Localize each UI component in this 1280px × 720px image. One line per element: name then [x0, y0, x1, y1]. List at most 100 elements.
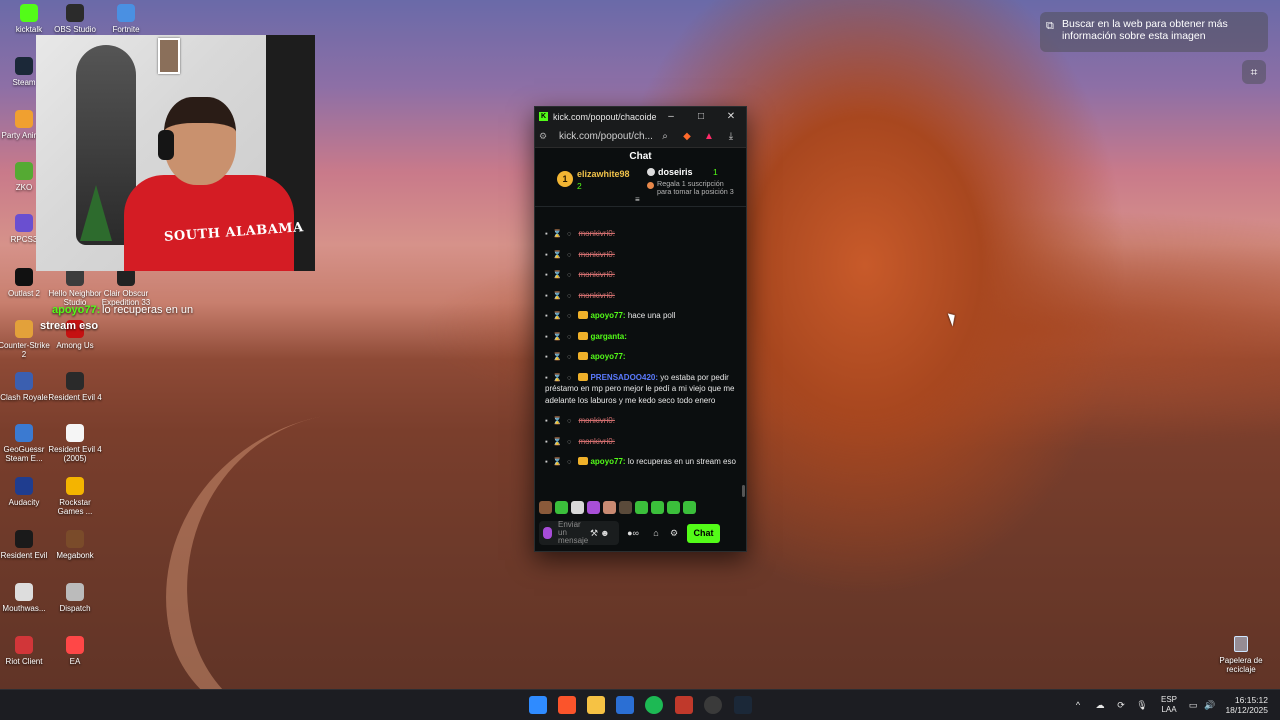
points-icon[interactable]: ●∞ [619, 528, 647, 538]
desktop-icon-label: Riot Client [5, 657, 43, 666]
chat-username[interactable]: PRENSADOO420: [590, 373, 658, 382]
chat-username[interactable]: apoyo77: [590, 352, 625, 361]
tools-icon[interactable]: ⚒ [590, 529, 598, 538]
window-titlebar[interactable]: K kick.com/popout/chacoide/... – □ ✕ [535, 107, 746, 126]
desert-road [132, 390, 508, 720]
voicemeeter-icon[interactable] [675, 696, 693, 714]
recycle-bin[interactable]: Papelera de reciclaje [1216, 636, 1266, 674]
mod-tools-icon[interactable]: ▪⌛◌ [545, 437, 576, 446]
mod-tools-icon[interactable]: ▪⌛◌ [545, 457, 576, 466]
chat-username[interactable]: monkivri0: [578, 229, 614, 238]
volume-icon[interactable]: 🔊 [1202, 690, 1218, 720]
chat-username[interactable]: monkivri0: [578, 437, 614, 446]
network-icon[interactable]: ▭ [1185, 690, 1201, 720]
send-chat-button[interactable]: Chat [687, 523, 720, 543]
minimize-button[interactable]: – [656, 111, 686, 122]
chat-username[interactable]: apoyo77: [590, 457, 625, 466]
site-settings-icon[interactable]: ⚙ [539, 131, 553, 142]
lens-scan-button[interactable]: ⌗ [1242, 60, 1266, 84]
mod-tools-icon[interactable]: ▪⌛◌ [545, 332, 576, 341]
scrollbar-thumb[interactable] [742, 485, 745, 497]
chat-username[interactable]: monkivri0: [578, 270, 614, 279]
maximize-button[interactable]: □ [686, 111, 716, 122]
desktop-icon[interactable]: Fortnite [97, 4, 155, 34]
collapse-icon[interactable]: ≡ [635, 195, 640, 204]
file-explorer-icon[interactable] [587, 696, 605, 714]
desktop-icon[interactable]: OBS Studio [46, 4, 104, 34]
gift-prompt[interactable]: Regala 1 suscripción para tomar la posic… [647, 180, 737, 196]
mod-tools-icon[interactable]: ▪⌛◌ [545, 416, 576, 425]
desktop-icon-label: EA [69, 657, 81, 666]
emote-icon[interactable] [667, 501, 680, 514]
app-icon [66, 636, 84, 654]
app-icon [15, 636, 33, 654]
webcam-headphone [158, 130, 174, 160]
desktop-icon[interactable]: Resident Evil 4 (2005) [46, 424, 104, 463]
desktop-icon[interactable]: Hello Neighbor Studio [46, 268, 104, 307]
emote-icon[interactable] [651, 501, 664, 514]
app-icon [15, 162, 33, 180]
brave-shield-icon[interactable]: ◆ [676, 131, 698, 142]
desktop-icon[interactable]: Megabonk [46, 530, 104, 560]
steam-icon[interactable] [734, 696, 752, 714]
start-button[interactable] [529, 696, 547, 714]
desktop-icon[interactable]: Rockstar Games ... [46, 477, 104, 516]
mod-tools-icon[interactable]: ▪⌛◌ [545, 291, 576, 300]
zoom-icon[interactable]: ⌕ [654, 131, 676, 142]
brave-rewards-icon[interactable]: ▲ [698, 131, 720, 142]
brave-browser-icon[interactable] [558, 696, 576, 714]
desktop-icon-label: Audacity [8, 498, 40, 507]
desktop-icon[interactable]: Resident Evil 4 [46, 372, 104, 402]
emote-icon[interactable] [683, 501, 696, 514]
mod-tools-icon[interactable]: ▪⌛◌ [545, 311, 576, 320]
chat-input[interactable]: Enviar un mensaje ⚒ ☻ [539, 521, 619, 545]
language-indicator[interactable]: ESP LAA [1158, 695, 1180, 715]
onedrive-icon[interactable]: ☁ [1092, 690, 1108, 720]
desktop-icon-label: Resident Evil [0, 551, 48, 560]
emote-icon[interactable] [619, 501, 632, 514]
emote-icon[interactable] [555, 501, 568, 514]
overlay-stream-text-2: lo recuperas en un [102, 304, 194, 316]
chat-scrollbar[interactable] [742, 227, 745, 497]
leaderboard-user-2[interactable]: doseiris [647, 167, 693, 177]
sync-icon[interactable]: ⟳ [1113, 690, 1129, 720]
mod-tools-icon[interactable]: ▪⌛◌ [545, 352, 576, 361]
emote-icon[interactable] [603, 501, 616, 514]
lens-tooltip[interactable]: ⧉ Buscar en la web para obtener más info… [1040, 12, 1268, 52]
settings-icon[interactable]: ⚙ [665, 528, 683, 539]
mod-tools-icon[interactable]: ▪⌛◌ [545, 270, 576, 279]
download-icon[interactable]: ⤓ [720, 131, 742, 142]
app-icon [20, 4, 38, 22]
mod-tools-icon[interactable]: ▪⌛◌ [545, 250, 576, 259]
spotify-icon[interactable] [645, 696, 663, 714]
chat-username[interactable]: monkivri0: [578, 416, 614, 425]
emote-icon[interactable] [571, 501, 584, 514]
clock[interactable]: 16:15:12 18/12/2025 [1222, 695, 1268, 715]
chat-username[interactable]: monkivri0: [578, 291, 614, 300]
mod-tools-icon[interactable]: ▪⌛◌ [545, 373, 576, 382]
bing-icon[interactable] [616, 696, 634, 714]
desktop-icon[interactable]: EA [46, 636, 104, 666]
microphone-icon[interactable]: 🎙 [1134, 690, 1150, 720]
emote-icon[interactable] [539, 501, 552, 514]
emoji-icon[interactable]: ☻ [600, 529, 609, 538]
close-button[interactable]: ✕ [716, 111, 746, 122]
chat-username[interactable]: garganta: [590, 332, 626, 341]
leaderboard-user-1[interactable]: elizawhite98 [577, 169, 630, 179]
url-text[interactable]: kick.com/popout/ch... [553, 131, 654, 142]
desktop-icon[interactable]: Dispatch [46, 583, 104, 613]
chat-username[interactable]: monkivri0: [578, 250, 614, 259]
chat-username[interactable]: apoyo77: [590, 311, 625, 320]
emote-icon[interactable] [587, 501, 600, 514]
desktop-icon[interactable]: Clair Obscur Expedition 33 [97, 268, 155, 307]
chat-message: ▪⌛◌ monkivri0: [545, 415, 738, 427]
app-icon [117, 4, 135, 22]
desktop-icon-label: Mouthwas... [2, 604, 46, 613]
mic-icon[interactable] [543, 527, 552, 539]
store-icon[interactable]: ⌂ [647, 528, 665, 538]
obs-icon[interactable] [704, 696, 722, 714]
chat-input-placeholder: Enviar un mensaje [558, 520, 589, 545]
emote-icon[interactable] [635, 501, 648, 514]
show-hidden-icons[interactable]: ^ [1070, 690, 1086, 720]
mod-tools-icon[interactable]: ▪⌛◌ [545, 229, 576, 238]
